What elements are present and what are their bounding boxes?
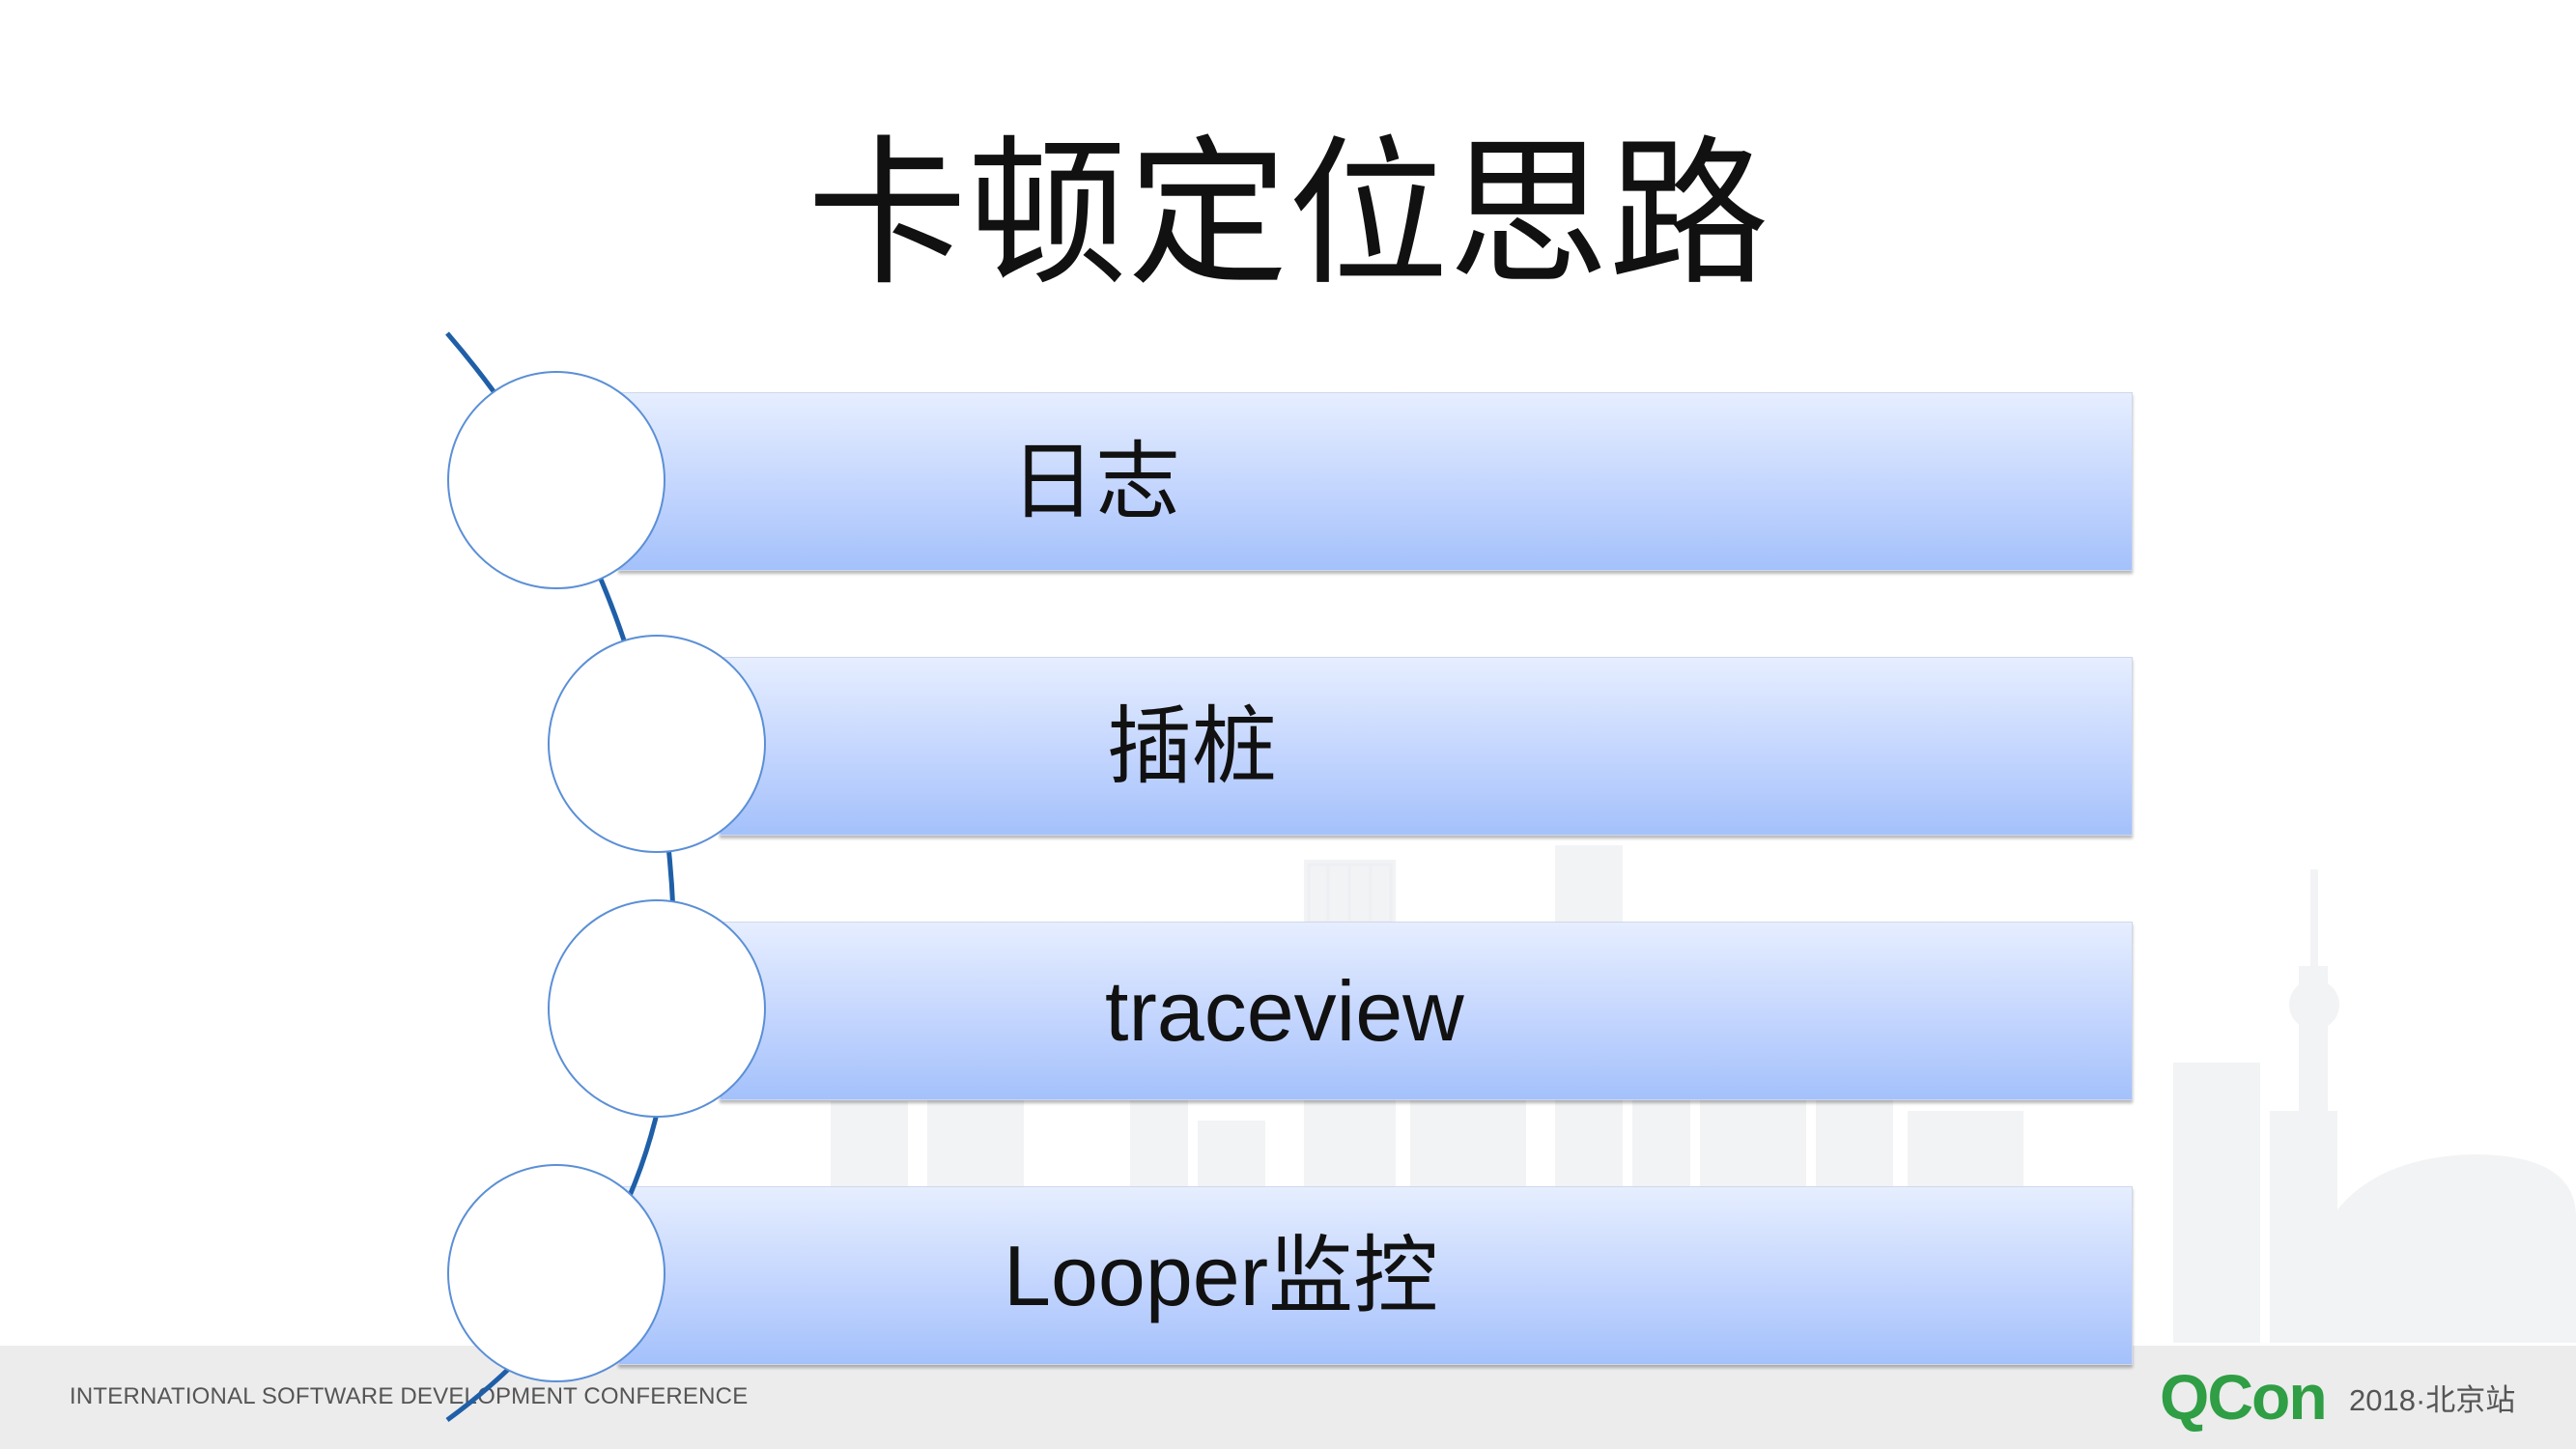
list-item-label: Looper监控 [1004, 1228, 1439, 1323]
list-item-bar: 插桩 [720, 657, 2133, 836]
list-item-bar: traceview [720, 922, 2133, 1100]
list-item-marker [447, 371, 665, 589]
slide: INTERNATIONAL SOFTWARE DEVELOPMENT CONFE… [0, 0, 2576, 1449]
conference-name: INTERNATIONAL SOFTWARE DEVELOPMENT CONFE… [70, 1383, 749, 1409]
list-item-marker [548, 899, 766, 1118]
list-item-label: 日志 [1010, 432, 1181, 531]
list-item-label: 插桩 [1107, 696, 1278, 796]
list-item-marker [548, 635, 766, 853]
edition-label: 2018·北京站 [2349, 1383, 2516, 1417]
qcon-logo: QCon [2160, 1361, 2328, 1433]
list-item-marker [447, 1164, 665, 1382]
list-item-bar: 日志 [618, 392, 2133, 571]
slide-title: 卡顿定位思路 [807, 122, 1769, 308]
list-item-label: traceview [1105, 963, 1464, 1059]
list-item-bar: Looper监控 [618, 1186, 2133, 1365]
